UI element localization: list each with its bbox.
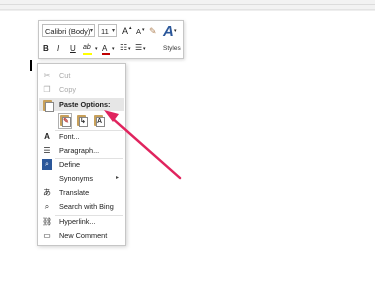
- annotation-arrow: [104, 110, 182, 180]
- arrow-head: [104, 110, 119, 122]
- arrow-shaft: [109, 115, 182, 180]
